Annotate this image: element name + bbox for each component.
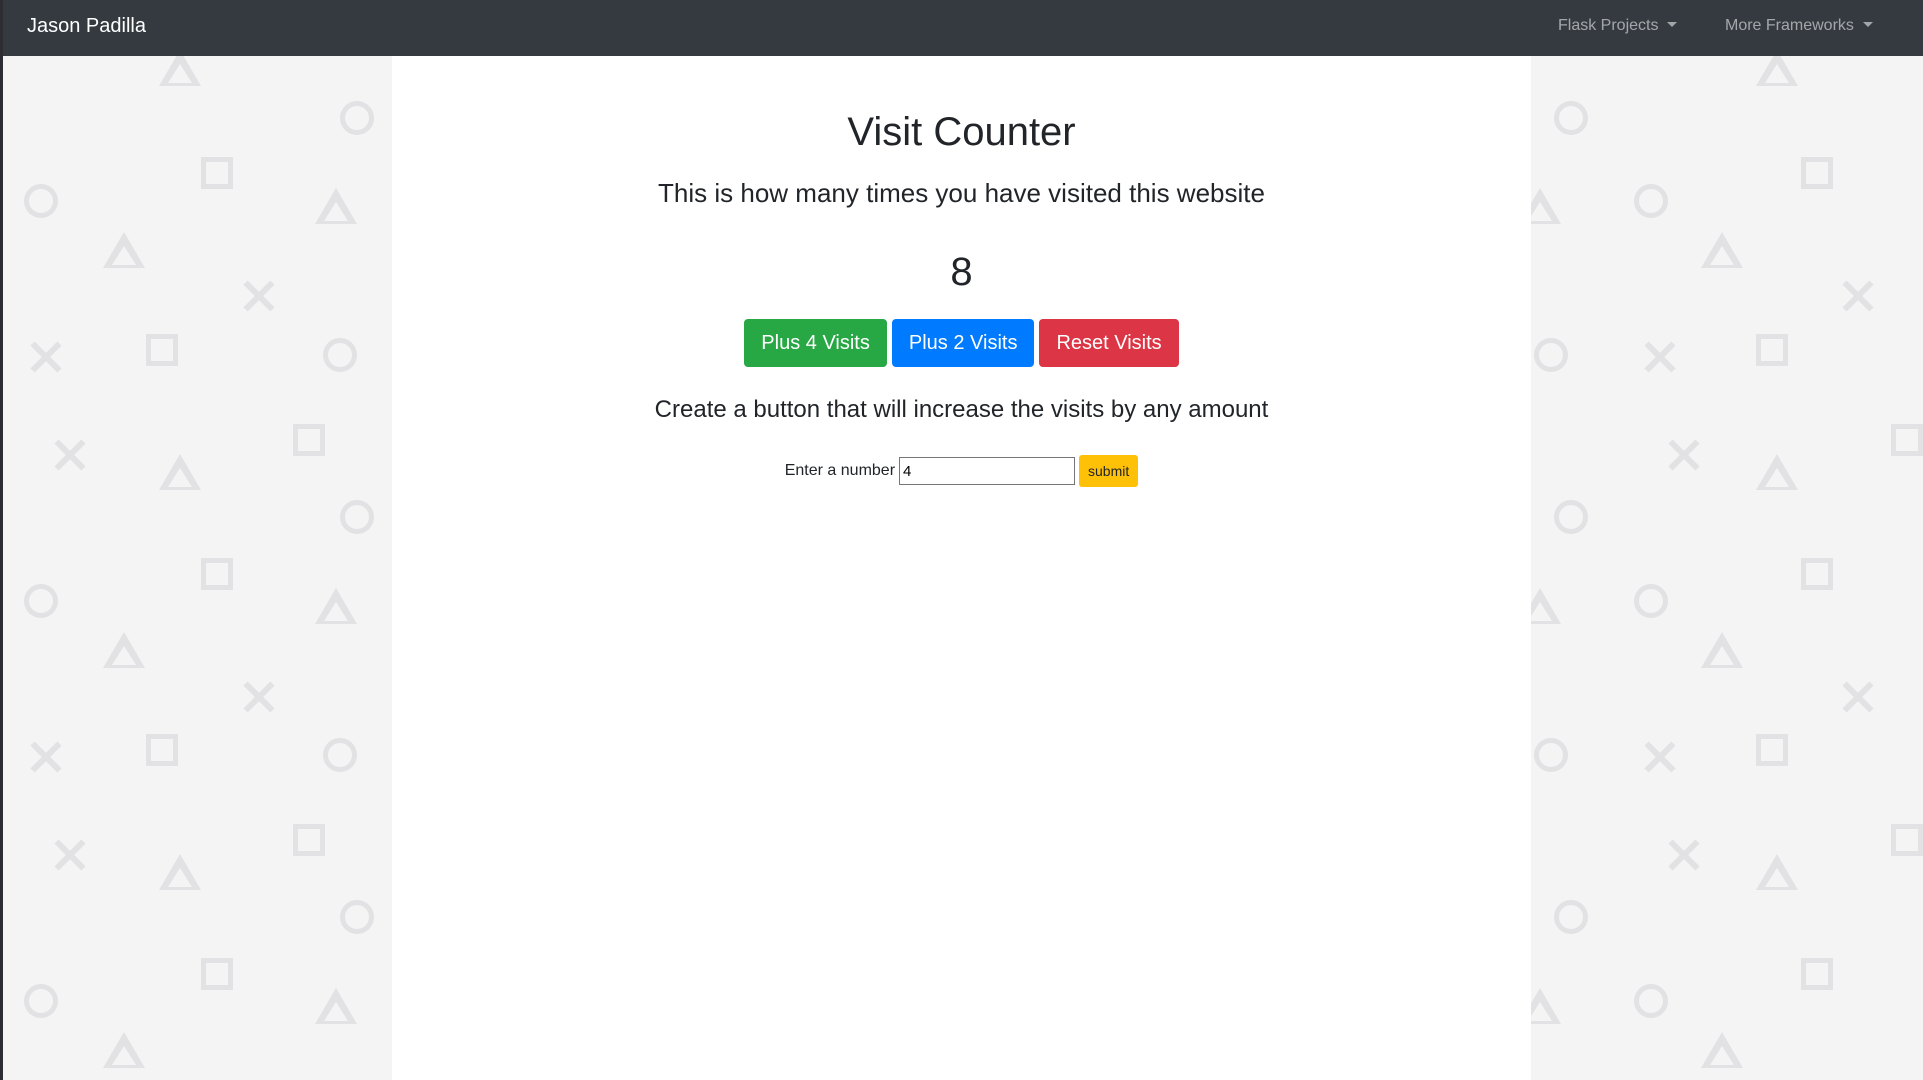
- cross-shape: [53, 838, 87, 872]
- triangle-shape: [1756, 454, 1798, 490]
- cross-shape: [242, 279, 276, 313]
- circle-shape: [340, 900, 374, 934]
- square-shape: [1891, 824, 1923, 856]
- circle-shape: [340, 101, 374, 135]
- plus-4-visits-button[interactable]: Plus 4 Visits: [744, 319, 887, 367]
- triangle-shape: [103, 1032, 145, 1068]
- circle-shape: [24, 584, 58, 618]
- triangle-shape: [1756, 56, 1798, 86]
- circle-shape: [323, 338, 357, 372]
- square-shape: [1801, 558, 1833, 590]
- plus-2-visits-button[interactable]: Plus 2 Visits: [891, 319, 1035, 367]
- cross-shape: [53, 438, 87, 472]
- circle-shape: [1554, 500, 1588, 534]
- triangle-shape: [159, 56, 201, 86]
- square-shape: [1756, 734, 1788, 766]
- circle-shape: [24, 984, 58, 1018]
- square-shape: [146, 734, 178, 766]
- page-title: Visit Counter: [847, 110, 1076, 154]
- brand-link[interactable]: Jason Padilla: [27, 15, 146, 38]
- square-shape: [293, 424, 325, 456]
- submit-button[interactable]: submit: [1079, 455, 1139, 487]
- square-shape: [146, 334, 178, 366]
- cross-shape: [1667, 838, 1701, 872]
- square-shape: [1756, 334, 1788, 366]
- cross-shape: [1667, 438, 1701, 472]
- nav-dropdown-more-frameworks[interactable]: More Frameworks: [1725, 17, 1873, 35]
- triangle-shape: [1531, 988, 1561, 1024]
- cross-shape: [1841, 279, 1875, 313]
- number-input[interactable]: [899, 457, 1076, 485]
- cross-shape: [1841, 680, 1875, 714]
- main-content: Visit Counter This is how many times you…: [392, 56, 1531, 1080]
- circle-shape: [1554, 900, 1588, 934]
- square-shape: [1801, 958, 1833, 990]
- circle-shape: [1554, 101, 1588, 135]
- square-shape: [201, 958, 233, 990]
- square-shape: [201, 558, 233, 590]
- cross-shape: [1643, 340, 1677, 374]
- triangle-shape: [103, 632, 145, 668]
- triangle-shape: [315, 588, 357, 624]
- cross-shape: [29, 740, 63, 774]
- circle-shape: [1534, 738, 1568, 772]
- circle-shape: [323, 738, 357, 772]
- triangle-shape: [315, 988, 357, 1024]
- triangle-shape: [159, 854, 201, 890]
- circle-shape: [1634, 184, 1668, 218]
- number-input-label: Enter a number: [784, 462, 896, 479]
- triangle-shape: [315, 188, 357, 224]
- cross-shape: [29, 340, 63, 374]
- background-pattern-right: [1531, 56, 1923, 1080]
- square-shape: [293, 824, 325, 856]
- nav-dropdown-label: Flask Projects: [1558, 17, 1659, 34]
- triangle-shape: [1531, 588, 1561, 624]
- triangle-shape: [103, 232, 145, 268]
- triangle-shape: [1701, 632, 1743, 668]
- circle-shape: [340, 500, 374, 534]
- triangle-shape: [1701, 1032, 1743, 1068]
- triangle-shape: [1701, 232, 1743, 268]
- cross-shape: [242, 680, 276, 714]
- action-buttons: Plus 4 Visits Plus 2 Visits Reset Visits: [392, 319, 1531, 367]
- cross-shape: [1643, 740, 1677, 774]
- create-button-heading: Create a button that will increase the v…: [654, 396, 1269, 423]
- nav-dropdown-label: More Frameworks: [1725, 17, 1854, 34]
- triangle-shape: [159, 454, 201, 490]
- caret-down-icon: [1667, 22, 1678, 27]
- caret-down-icon: [1862, 22, 1873, 27]
- circle-shape: [1534, 338, 1568, 372]
- circle-shape: [24, 184, 58, 218]
- square-shape: [201, 157, 233, 189]
- triangle-shape: [1756, 854, 1798, 890]
- custom-visits-form: Enter a number submit: [392, 455, 1531, 487]
- triangle-shape: [1531, 188, 1561, 224]
- page-subtitle: This is how many times you have visited …: [658, 178, 1265, 208]
- circle-shape: [1634, 584, 1668, 618]
- reset-visits-button[interactable]: Reset Visits: [1039, 319, 1179, 367]
- nav-dropdown-flask-projects[interactable]: Flask Projects: [1558, 17, 1678, 35]
- square-shape: [1891, 424, 1923, 456]
- background-pattern-left: [3, 56, 392, 1080]
- circle-shape: [1634, 984, 1668, 1018]
- visit-count: 8: [950, 250, 973, 294]
- navbar: Jason Padilla Flask Projects More Framew…: [3, 0, 1923, 56]
- square-shape: [1801, 157, 1833, 189]
